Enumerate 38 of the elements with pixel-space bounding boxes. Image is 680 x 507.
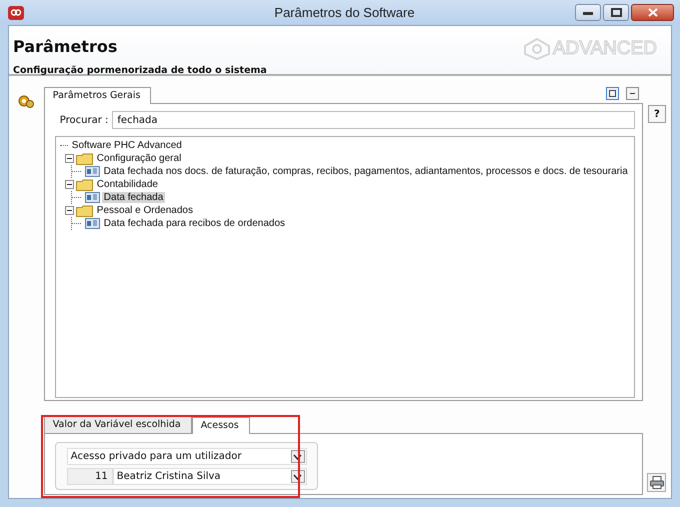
tree-item[interactable]: Data fechada nos docs. de faturação, compras, recibos, pagamentos, adiantamentos, processos e docs. de tesouraria [102, 166, 630, 177]
page-subtitle: Configuração pormenorizada de todo o sistema [13, 65, 268, 76]
tab[interactable]: Valor da Variável escolhida [44, 416, 192, 433]
search-label: Procurar : [60, 114, 108, 126]
collapse-icon[interactable] [64, 206, 74, 215]
tree-item[interactable]: Data fechada para recibos de ordenados [102, 218, 288, 229]
close-button[interactable] [631, 4, 674, 21]
window-title: Parâmetros do Software [273, 5, 416, 20]
tree-item[interactable]: Contabilidade [94, 179, 160, 190]
page-title: Parâmetros [13, 36, 118, 56]
folder-icon [76, 152, 93, 164]
maximize-icon [610, 8, 622, 17]
tree-item[interactable]: Configuração geral [94, 153, 184, 164]
tab[interactable]: Parâmetros Gerais [44, 87, 152, 104]
user-number: 11 [66, 468, 113, 485]
maximize-button[interactable] [603, 4, 629, 21]
folder-icon [76, 178, 93, 190]
tab[interactable]: Acessos [192, 417, 250, 434]
folder-icon [76, 204, 93, 216]
collapse-icon[interactable] [626, 87, 639, 100]
app-logo-icon [8, 6, 24, 20]
close-icon [648, 8, 658, 17]
restore-icon[interactable] [606, 87, 619, 100]
search-field[interactable]: fechada [112, 111, 635, 129]
help-button[interactable]: ? [648, 105, 666, 123]
minimize-icon [583, 10, 593, 14]
text-field-icon [84, 218, 100, 229]
user-dropdown[interactable]: Beatriz Cristina Silva [112, 468, 307, 485]
text-field-icon [84, 166, 100, 177]
printer-icon[interactable] [647, 473, 666, 492]
minimize-button[interactable] [575, 4, 601, 21]
collapse-icon[interactable] [64, 180, 74, 189]
tree-item[interactable]: Pessoal e Ordenados [94, 205, 195, 216]
access-mode-dropdown[interactable]: Acesso privado para um utilizador [66, 448, 307, 465]
tree-root[interactable]: Software PHC Advanced [70, 140, 184, 151]
collapse-icon[interactable] [64, 154, 74, 163]
text-field-icon [84, 192, 100, 203]
tree-item[interactable]: Data fechada [102, 192, 166, 203]
